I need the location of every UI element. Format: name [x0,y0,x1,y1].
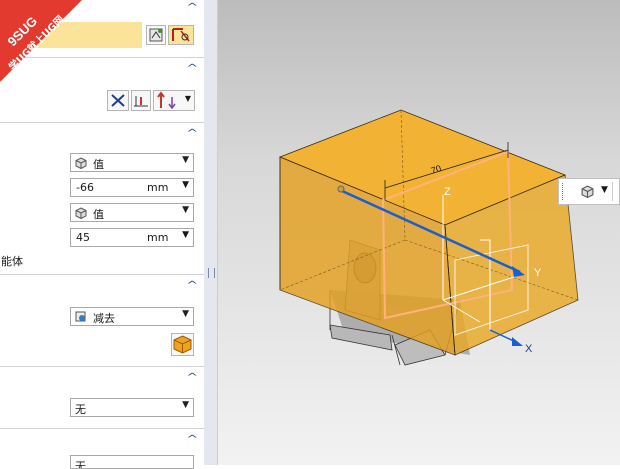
grip-handle-icon[interactable] [562,183,567,200]
widget-overflow-divider [612,182,613,201]
boolean-select[interactable]: 减去 ▼ [70,307,194,326]
axis-z-label: Z [444,186,451,198]
sketch-section-icon [172,28,190,42]
end-option-label: 值 [93,208,104,221]
start-option-label: 值 [93,158,104,171]
axis-y-label: Y [534,267,542,279]
vector-method-button[interactable] [131,90,151,111]
splitter-grip-icon[interactable] [208,268,215,278]
draft-select[interactable]: 无 ▼ [70,398,194,417]
collapse-chevron-1[interactable]: ^ [186,2,198,13]
on-screen-limit-widget[interactable]: ▼ [558,178,620,205]
open-profile-label: 能体 [1,255,23,268]
selected-curve-icon [149,28,163,42]
reverse-direction-icon [111,94,125,107]
collapse-chevron-4[interactable]: ^ [186,280,198,291]
start-distance-value: -66 [76,181,94,194]
select-curve-button[interactable] [146,25,166,45]
end-option-select[interactable]: 值 ▼ [70,203,194,222]
value-cube-icon [75,157,87,169]
collapse-chevron-5[interactable]: ^ [186,372,198,383]
boolean-subtract-icon [75,311,86,322]
collapse-chevron-3[interactable]: ^ [186,128,198,139]
start-distance-input[interactable]: -66 mm ▼ [70,178,194,197]
collapse-chevron-2[interactable]: ^ [186,63,198,74]
start-option-select[interactable]: 值 ▼ [70,153,194,172]
end-distance-unit: mm [147,231,169,244]
chevron-down-icon: ▼ [184,94,191,103]
chevron-down-icon: ▼ [182,309,189,319]
body-cube-icon [173,335,192,354]
vector-dropdown-button[interactable]: ▼ [153,90,195,111]
value-cube-icon [581,185,594,198]
offset-select[interactable]: 无 [70,455,194,469]
boolean-option-label: 减去 [93,312,115,325]
chevron-down-icon: ▼ [182,400,189,410]
vector-icon [157,91,176,110]
axis-x-label: X [525,343,533,355]
section-divider [0,366,204,367]
chevron-down-icon: ▼ [182,155,189,165]
section-divider [0,274,204,275]
end-distance-value: 45 [76,231,90,244]
chevron-down-icon: ▼ [182,205,189,215]
select-body-button[interactable] [171,333,194,356]
chevron-down-icon[interactable]: ▼ [601,185,608,195]
section-divider [0,122,204,123]
extruded-body [278,109,579,356]
section-divider [0,428,204,429]
x-axis-arrowhead [512,337,523,346]
vector-method-icon [134,96,148,107]
chevron-down-icon: ▼ [182,180,189,190]
offset-option-label: 无 [75,460,86,469]
end-distance-input[interactable]: 45 mm ▼ [70,228,194,247]
value-cube-icon [75,207,87,219]
draft-option-label: 无 [75,403,86,416]
panel-splitter[interactable] [204,0,218,465]
reverse-direction-button[interactable] [107,90,129,111]
sketch-section-button[interactable] [168,25,194,45]
graphics-viewport[interactable]: 70 Z Y X [218,0,620,465]
ug-site-logo: 9SUG 学UG就上UG网 [0,0,82,82]
model-view[interactable]: 70 Z Y X [218,0,620,465]
chevron-down-icon: ▼ [182,230,189,240]
vector-origin-handle[interactable] [337,185,345,193]
collapse-chevron-6[interactable]: ^ [186,434,198,445]
start-distance-unit: mm [147,181,169,194]
